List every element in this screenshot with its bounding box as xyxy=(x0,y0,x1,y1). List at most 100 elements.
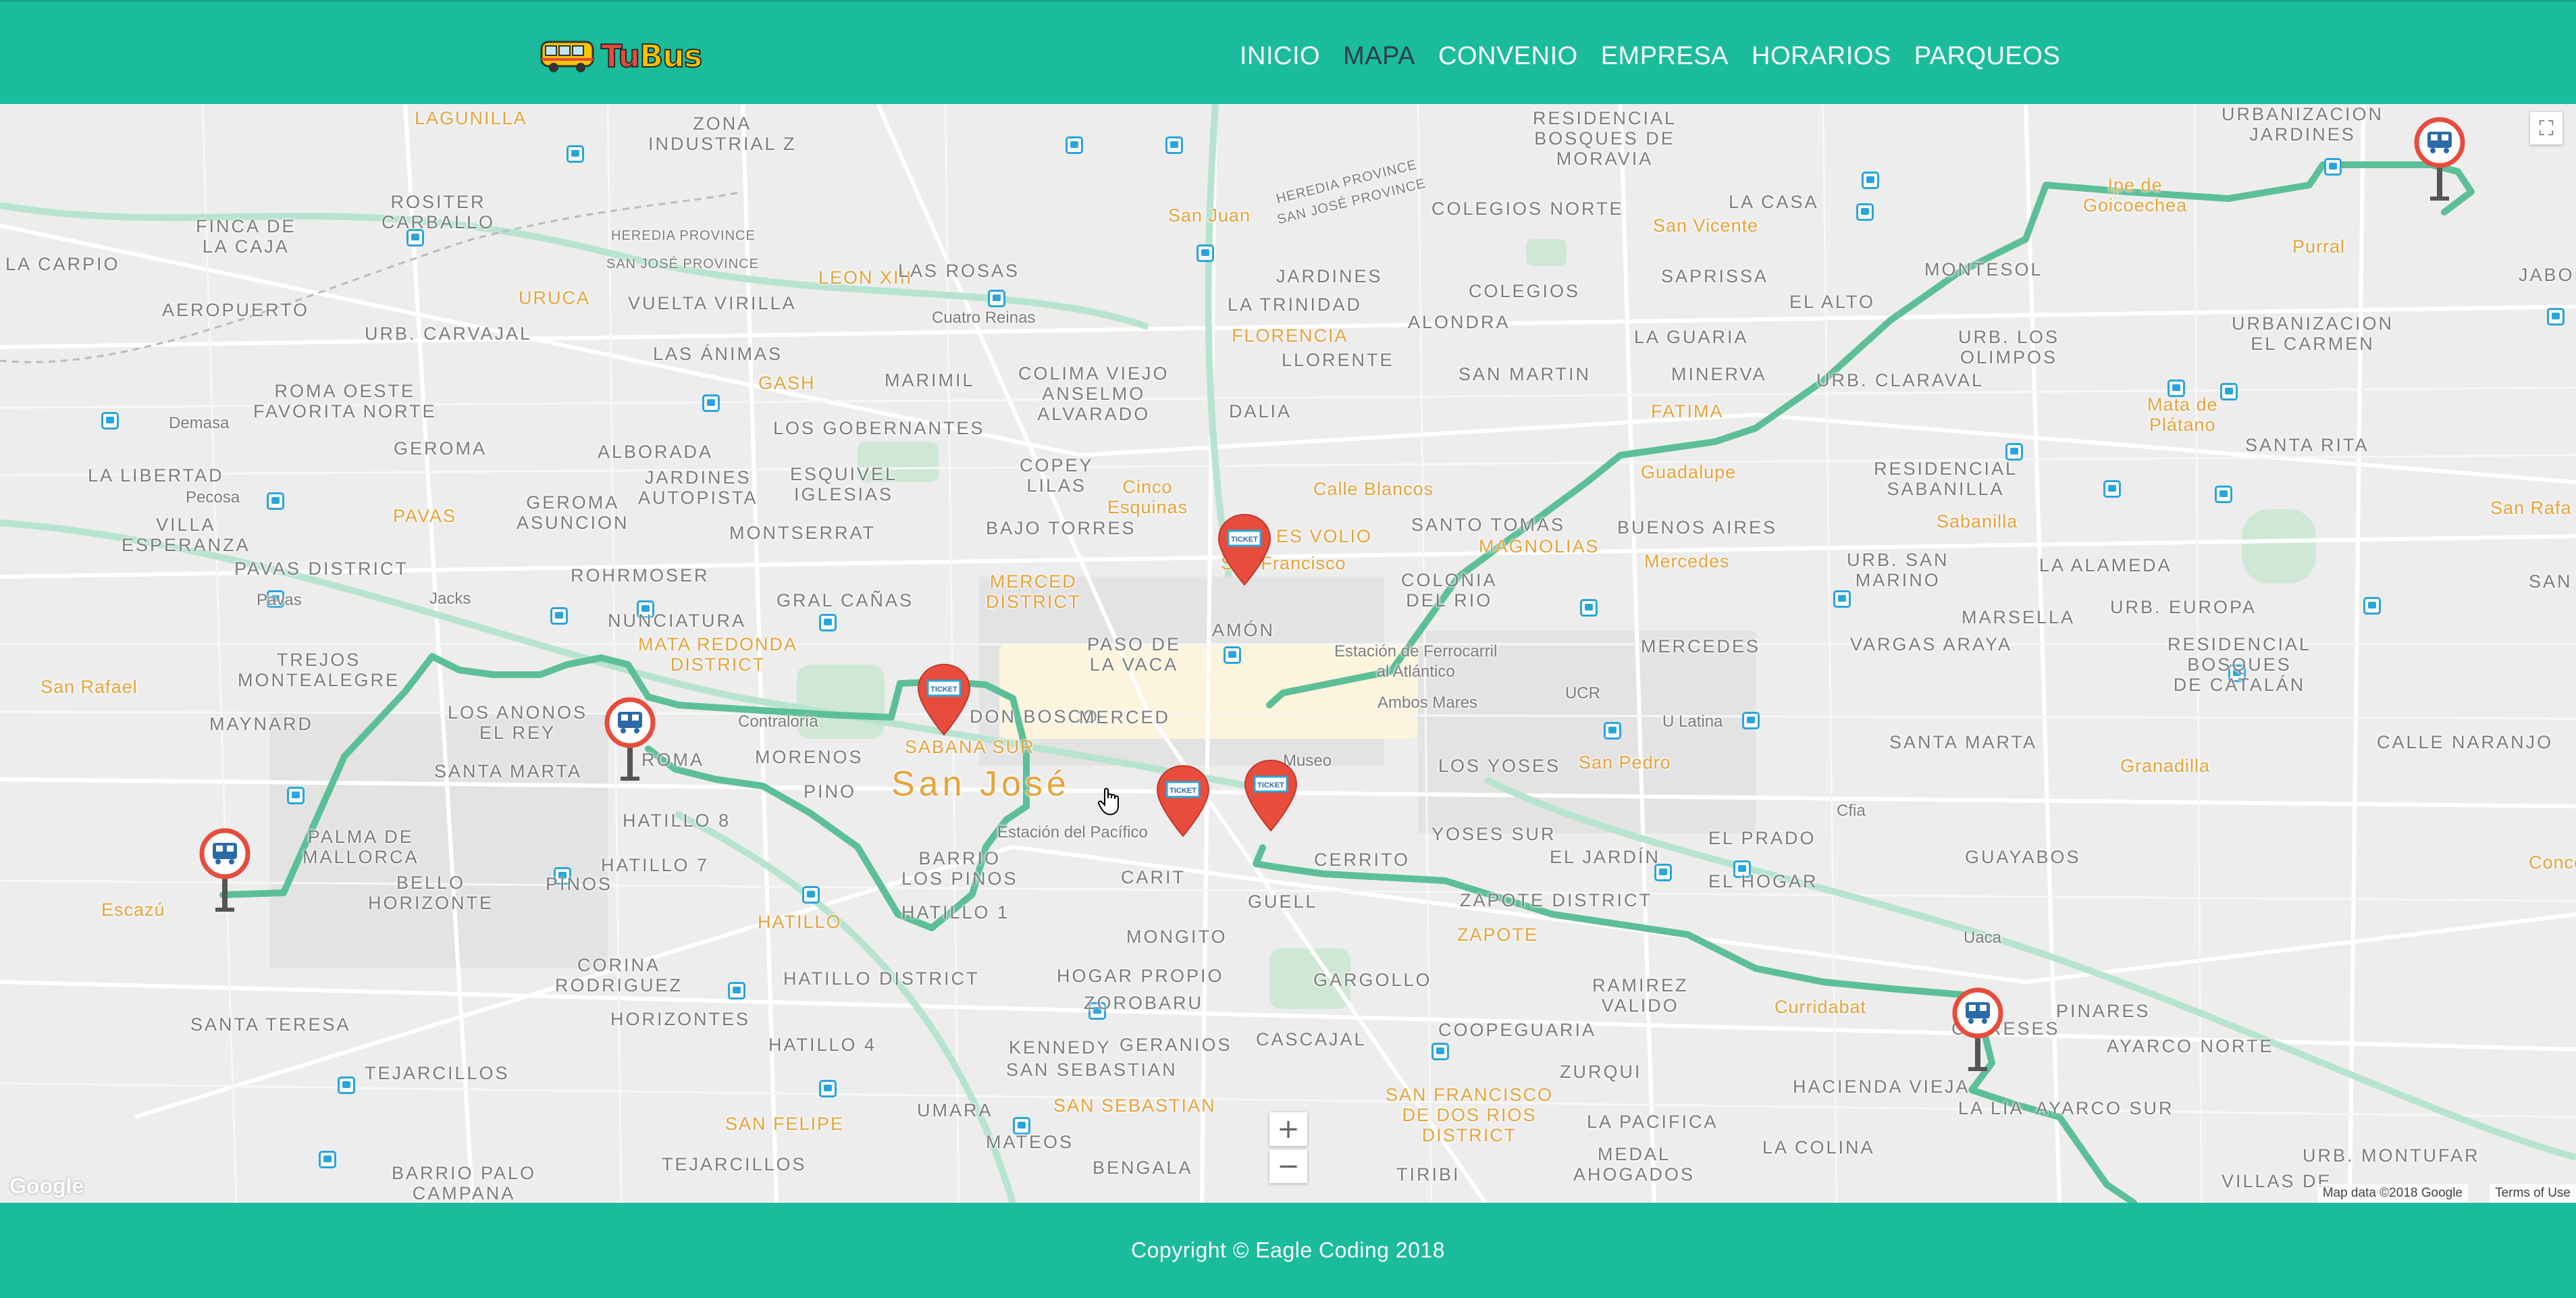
map-label: GUELL xyxy=(1248,891,1318,912)
bus-stop-icon[interactable] xyxy=(2324,158,2342,176)
map-label: ZOROBARU xyxy=(1084,993,1204,1013)
bus-stop-icon[interactable] xyxy=(1197,244,1214,262)
map-label: PINOS xyxy=(546,874,613,894)
map-label: Guadalupe xyxy=(1641,462,1737,482)
map-label: JABONC xyxy=(2519,265,2576,285)
map-label: SAPRISSA xyxy=(1661,266,1769,286)
map-label: MEDAL AHOGADOS xyxy=(1573,1144,1696,1185)
map-label: LOS YOSES xyxy=(1438,756,1561,776)
map-label: PAVAS xyxy=(393,506,457,526)
bus-stop-icon[interactable] xyxy=(988,290,1005,307)
route-map[interactable]: LAGUNILLA ZONA INDUSTRIAL Z ROSITER CARB… xyxy=(0,104,2576,1203)
bus-stop-icon[interactable] xyxy=(702,394,720,412)
nav-horarios[interactable]: HORARIOS xyxy=(1752,42,1891,71)
terms-link[interactable]: Terms of Use xyxy=(2490,1184,2576,1203)
bus-stop-icon[interactable] xyxy=(567,145,584,163)
nav-empresa[interactable]: EMPRESA xyxy=(1601,42,1729,71)
map-label: San Rafael xyxy=(41,677,138,697)
bus-stop-icon[interactable] xyxy=(267,492,284,510)
map-attribution: Map data ©2018 Google xyxy=(2317,1184,2468,1203)
map-label: Calle Blancos xyxy=(1313,479,1434,499)
bus-stop-icon[interactable] xyxy=(728,982,745,1000)
map-label: BAJO TORRES xyxy=(986,518,1136,538)
bus-stop-icon[interactable] xyxy=(2220,383,2238,400)
map-label: Pecosa xyxy=(186,488,240,507)
bus-stop-icon[interactable] xyxy=(819,614,837,631)
map-label: ZONA INDUSTRIAL Z xyxy=(648,113,797,154)
zoom-out-button[interactable]: − xyxy=(1269,1149,1307,1183)
bus-stop-sign-curridabat[interactable] xyxy=(1951,986,2005,1074)
zoom-in-button[interactable]: + xyxy=(1269,1112,1307,1146)
map-label: ZAPOTE xyxy=(1457,925,1539,945)
bus-stop-icon[interactable] xyxy=(2363,597,2381,615)
map-label: MONTSERRAT xyxy=(729,523,876,543)
map-label: EL JARDÍN xyxy=(1550,847,1661,867)
map-label: URB. MONTUFAR xyxy=(2303,1145,2480,1166)
map-label: ROSITER CARBALLO xyxy=(382,192,496,232)
map-label: MARIMIL xyxy=(885,370,975,390)
map-label: ZURQUI xyxy=(1560,1062,1642,1082)
ticket-pin-sabana[interactable]: TICKET xyxy=(916,662,972,737)
map-label: URB. LOS OLIMPOS xyxy=(1958,327,2060,367)
bus-stop-icon[interactable] xyxy=(1431,1043,1449,1060)
map-label: LOS GOBERNANTES xyxy=(773,418,985,438)
map-label: MERCEDES xyxy=(1641,636,1761,656)
map-label: YOSES SUR xyxy=(1431,824,1556,844)
nav-inicio[interactable]: INICIO xyxy=(1240,42,1320,71)
map-label: LAGUNILLA xyxy=(415,108,527,128)
bus-stop-sign-goicoechea[interactable] xyxy=(2413,115,2467,203)
map-label: MATA REDONDA DISTRICT xyxy=(638,634,798,675)
bus-stop-icon[interactable] xyxy=(1224,646,1241,664)
bus-stop-icon[interactable] xyxy=(338,1076,355,1094)
map-label: Estación del Pacífico xyxy=(997,823,1148,841)
nav-convenio[interactable]: CONVENIO xyxy=(1438,42,1578,71)
ticket-pin-plaza[interactable]: TICKET xyxy=(1155,763,1211,839)
bus-stop-icon[interactable] xyxy=(1580,599,1598,617)
ticket-pin-museo[interactable]: TICKET xyxy=(1242,758,1299,833)
bus-stop-icon[interactable] xyxy=(802,886,820,904)
bus-stop-sign-roma[interactable] xyxy=(603,696,657,783)
tubus-logo[interactable]: TuBus xyxy=(539,36,703,76)
map-label: Ambos Mares xyxy=(1377,694,1478,712)
map-label: HATILLO 8 xyxy=(623,810,731,831)
bus-stop-icon[interactable] xyxy=(1604,722,1621,739)
map-label: SABANA SUR xyxy=(905,737,1035,757)
bus-stop-icon[interactable] xyxy=(1066,136,1083,154)
bus-stop-icon[interactable] xyxy=(2547,308,2565,326)
bus-stop-icon[interactable] xyxy=(819,1080,837,1097)
map-label: SAN SEBASTIAN xyxy=(1006,1060,1178,1080)
ticket-label: TICKET xyxy=(1169,787,1197,795)
google-logo[interactable]: Google xyxy=(9,1174,84,1199)
map-label: Purral xyxy=(2292,236,2346,257)
map-label: San Rafa xyxy=(2490,498,2572,518)
bus-stop-icon[interactable] xyxy=(1742,712,1760,729)
bus-stop-icon[interactable] xyxy=(2103,480,2121,498)
bus-stop-icon[interactable] xyxy=(319,1151,336,1168)
map-label: LA PACIFICA xyxy=(1587,1112,1718,1132)
map-label: LA ALAMEDA xyxy=(2039,555,2172,575)
nav-mapa[interactable]: MAPA xyxy=(1343,42,1415,71)
fullscreen-button[interactable]: ⛶ xyxy=(2530,112,2562,145)
map-label: LOS ANONOS EL REY xyxy=(448,702,588,743)
bus-stop-icon[interactable] xyxy=(101,412,119,430)
ticket-pin-san-francisco[interactable]: TICKET xyxy=(1216,512,1273,588)
bus-stop-icon[interactable] xyxy=(2215,486,2232,503)
map-label: LAS ROSAS xyxy=(898,261,1020,281)
bus-stop-icon[interactable] xyxy=(287,787,305,804)
map-label: COLEGIOS xyxy=(1469,281,1581,301)
bus-stop-icon[interactable] xyxy=(1833,590,1851,608)
nav-parqueos[interactable]: PARQUEOS xyxy=(1914,42,2061,71)
bus-stop-sign-escazu[interactable] xyxy=(198,827,252,914)
copyright-text: Copyright © Eagle Coding 2018 xyxy=(1130,1238,1446,1262)
map-label: FLORENCIA xyxy=(1232,326,1348,346)
map-label: MARSELLA xyxy=(1962,607,2076,627)
bus-stop-icon[interactable] xyxy=(1856,203,1874,221)
map-label: HATILLO 4 xyxy=(768,1035,877,1055)
map-label: HATILLO xyxy=(758,912,842,932)
bus-stop-icon[interactable] xyxy=(550,607,568,625)
map-label: ESQUIVEL IGLESIAS xyxy=(790,464,898,504)
map-label: PINARES xyxy=(2056,1001,2151,1021)
bus-stop-icon[interactable] xyxy=(1862,172,1879,189)
bus-stop-icon[interactable] xyxy=(1165,136,1183,154)
map-label: URBANIZACION JARDINES xyxy=(2222,104,2384,145)
